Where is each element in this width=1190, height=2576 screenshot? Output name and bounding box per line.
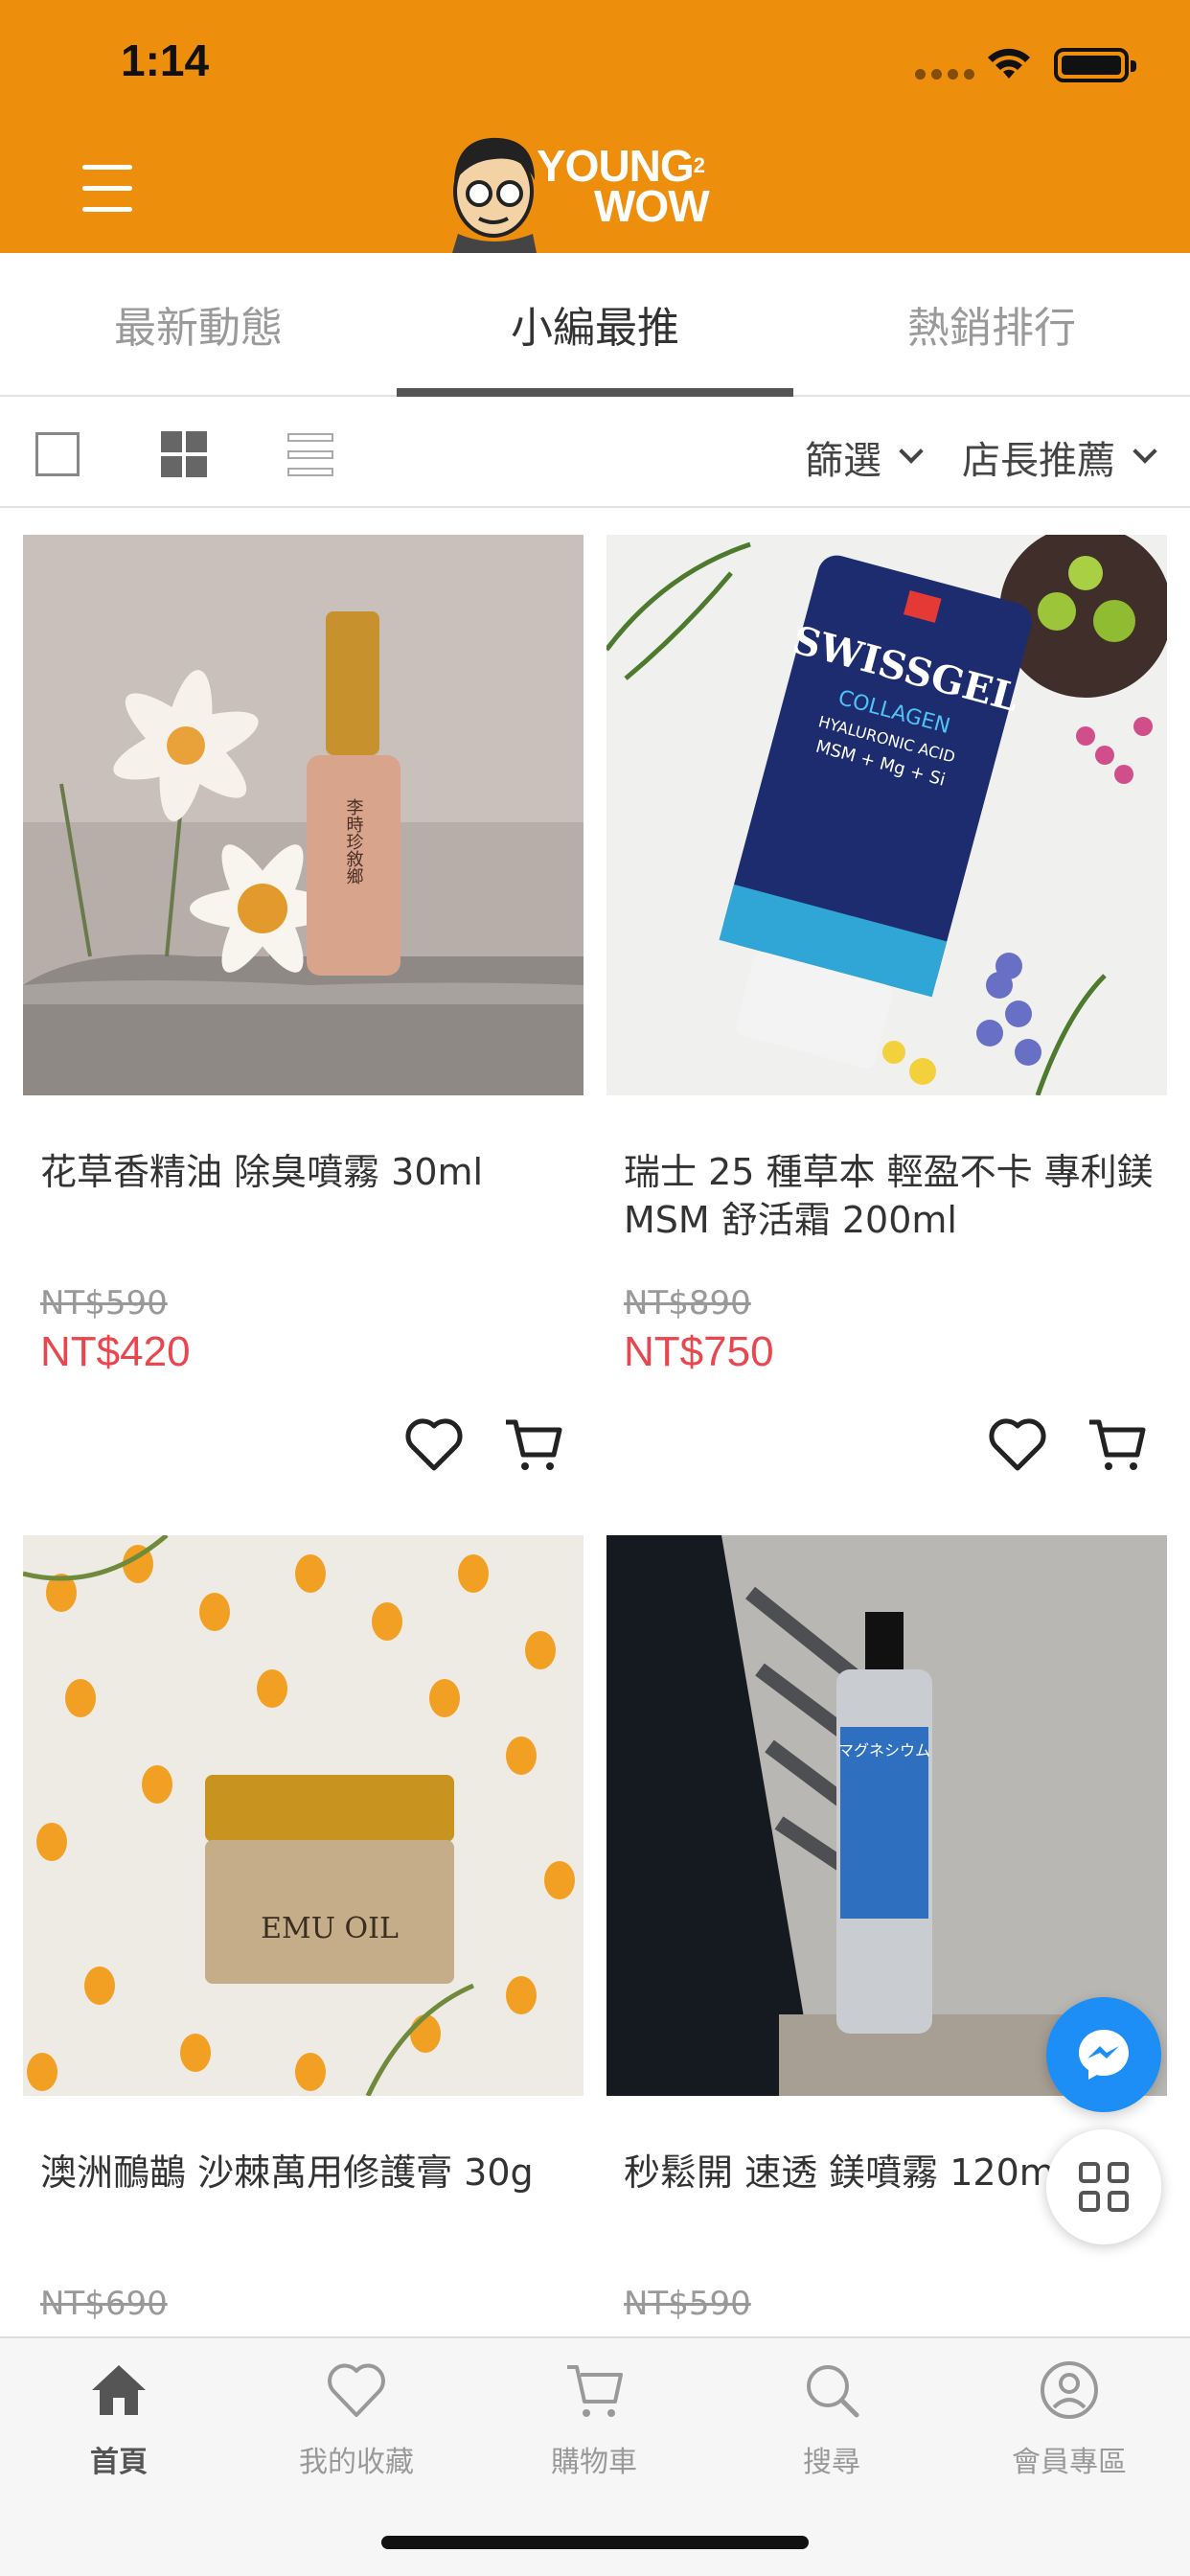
tab-editor-picks[interactable]: 小編最推: [397, 253, 793, 397]
mascot-icon: [452, 137, 537, 253]
category-tabs: 最新動態 小編最推 熱銷排行: [0, 253, 1190, 397]
filter-label: 篩選: [805, 439, 881, 483]
nav-search[interactable]: 搜尋: [713, 2338, 950, 2492]
original-price: NT$890: [624, 1284, 751, 1322]
nav-favorites[interactable]: 我的收藏: [238, 2338, 475, 2492]
grid-view-icon[interactable]: [161, 431, 207, 477]
cart-icon[interactable]: [502, 1414, 563, 1474]
tab-latest[interactable]: 最新動態: [0, 253, 397, 395]
nav-label: 首頁: [90, 2446, 148, 2479]
sort-dropdown[interactable]: 店長推薦: [962, 429, 1157, 485]
cart-icon[interactable]: [1086, 1414, 1147, 1474]
product-card[interactable]: 李時珍敘鄉 花草香精油 除臭噴霧 30ml NT$590 NT$420: [23, 535, 584, 1484]
app-logo[interactable]: YOUNG2 WOW: [441, 126, 747, 253]
nav-label: 會員專區: [1012, 2446, 1127, 2479]
heart-icon[interactable]: [404, 1416, 464, 1472]
sale-price: NT$750: [624, 1328, 774, 1375]
grid-icon: [1079, 2162, 1129, 2212]
product-card[interactable]: SWISSGEL COLLAGEN HYALURONIC ACID MSM + …: [606, 535, 1167, 1484]
menu-button[interactable]: [82, 165, 136, 213]
search-icon: [807, 2365, 859, 2418]
status-time: 1:14: [121, 35, 210, 85]
product-card[interactable]: EMU OIL 澳洲鴯鶓 沙棘萬用修護膏 30g NT$690: [23, 1535, 584, 2336]
filter-dropdown[interactable]: 篩選: [805, 429, 924, 485]
nav-label: 搜尋: [803, 2446, 860, 2479]
messenger-button[interactable]: [1046, 1997, 1161, 2112]
wifi-icon: [988, 48, 1030, 79]
svg-text:李時珍敘鄉: 李時珍敘鄉: [344, 798, 364, 885]
user-icon: [1041, 2361, 1098, 2419]
battery-icon: [1054, 48, 1136, 82]
nav-label: 購物車: [551, 2446, 637, 2479]
chevron-down-icon: [899, 439, 924, 464]
list-view-icon[interactable]: [287, 431, 333, 477]
single-view-icon[interactable]: [35, 432, 80, 476]
signal-icon: [915, 69, 974, 80]
product-image[interactable]: 李時珍敘鄉: [23, 535, 584, 1095]
logo-text: YOUNG2 WOW: [537, 141, 710, 231]
messenger-icon: [1079, 2030, 1129, 2080]
original-price: NT$690: [40, 2285, 168, 2323]
heart-icon[interactable]: [988, 1416, 1047, 1472]
original-price: NT$590: [624, 2285, 751, 2323]
chevron-down-icon: [1133, 439, 1157, 464]
view-toolbar: 篩選 店長推薦: [0, 399, 1190, 508]
cart-icon: [567, 2365, 623, 2417]
nav-home[interactable]: 首頁: [0, 2338, 238, 2492]
product-name[interactable]: 瑞士 25 種草本 輕盈不卡 專利鎂 MSM 舒活霜 200ml: [624, 1148, 1160, 1244]
home-indicator: [381, 2536, 809, 2549]
app-header: 1:14 YOUNG2 WOW: [0, 0, 1190, 253]
nav-member[interactable]: 會員專區: [950, 2338, 1188, 2492]
original-price: NT$590: [40, 1284, 168, 1322]
nav-cart[interactable]: 購物車: [475, 2338, 713, 2492]
home-icon: [92, 2365, 146, 2415]
app-screen: 1:14 YOUNG2 WOW 最新動態 小編最推 熱銷排行 篩選 店長推薦 李…: [0, 0, 1190, 2576]
tab-best-sellers[interactable]: 熱銷排行: [793, 253, 1190, 395]
grid-menu-button[interactable]: [1046, 2129, 1161, 2244]
product-image[interactable]: SWISSGEL COLLAGEN HYALURONIC ACID MSM + …: [606, 535, 1167, 1095]
sale-price: NT$420: [40, 1328, 191, 1375]
product-name[interactable]: 澳洲鴯鶓 沙棘萬用修護膏 30g: [40, 2149, 577, 2196]
nav-label: 我的收藏: [299, 2446, 414, 2479]
svg-text:EMU OIL: EMU OIL: [261, 1912, 399, 1945]
product-name[interactable]: 花草香精油 除臭噴霧 30ml: [40, 1148, 577, 1196]
sort-label: 店長推薦: [962, 439, 1115, 483]
heart-icon: [328, 2363, 385, 2417]
product-image[interactable]: EMU OIL: [23, 1535, 584, 2096]
svg-text:マグネシウム: マグネシウム: [838, 1741, 930, 1760]
